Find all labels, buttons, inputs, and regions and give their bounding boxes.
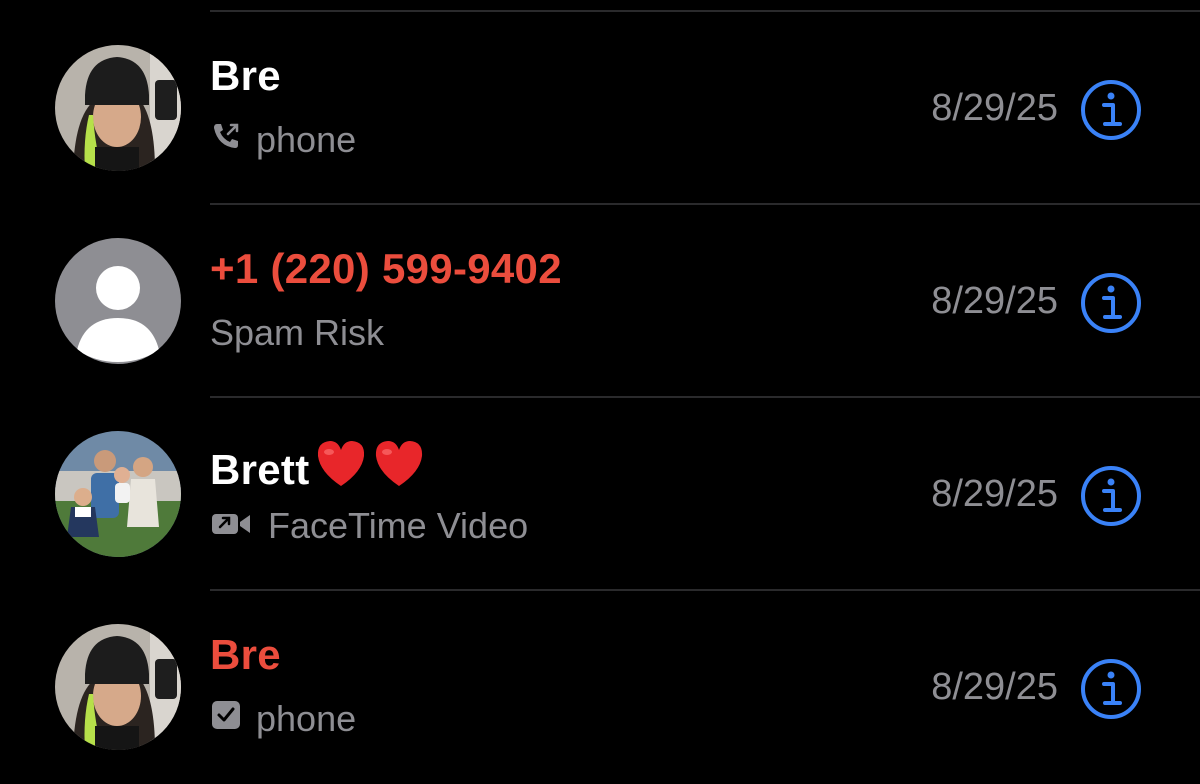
contact-name: Bre xyxy=(210,631,281,678)
red-heart-emoji xyxy=(372,438,426,498)
call-date: 8/29/25 xyxy=(931,87,1058,129)
contact-name: Brett xyxy=(210,438,426,498)
call-row-bre-1[interactable]: Bre phone 8/29/25 xyxy=(0,12,1200,205)
call-type-label: FaceTime Video xyxy=(268,505,529,546)
call-type: phone xyxy=(210,119,356,161)
info-icon[interactable] xyxy=(1080,272,1142,334)
contact-name: Bre xyxy=(210,52,281,99)
video-camera-icon xyxy=(210,505,254,547)
call-date: 8/29/25 xyxy=(931,666,1058,708)
contact-photo-avatar xyxy=(55,624,181,750)
call-row-bre-2[interactable]: Bre phone 8/29/25 xyxy=(0,591,1200,784)
info-icon[interactable] xyxy=(1080,658,1142,720)
red-heart-emoji xyxy=(314,438,368,498)
checkmark-box-icon xyxy=(210,698,242,740)
info-icon[interactable] xyxy=(1080,79,1142,141)
contact-photo-avatar xyxy=(55,45,181,171)
outgoing-phone-icon xyxy=(210,119,242,161)
call-type-label: Spam Risk xyxy=(210,312,385,353)
contact-name-text: Brett xyxy=(210,446,310,493)
call-type-label: phone xyxy=(256,698,357,739)
call-type: phone xyxy=(210,698,356,740)
contact-placeholder-avatar xyxy=(55,238,181,364)
call-date: 8/29/25 xyxy=(931,280,1058,322)
call-type: Spam Risk xyxy=(210,312,384,354)
info-icon[interactable] xyxy=(1080,465,1142,527)
call-row-spam[interactable]: +1 (220) 599-9402 Spam Risk 8/29/25 xyxy=(0,205,1200,398)
call-type-label: phone xyxy=(256,119,357,160)
contact-name: +1 (220) 599-9402 xyxy=(210,245,562,292)
call-date: 8/29/25 xyxy=(931,473,1058,515)
contact-family-photo-avatar xyxy=(55,431,181,557)
call-row-brett[interactable]: Brett FaceTime Video 8/29/25 xyxy=(0,398,1200,591)
call-type: FaceTime Video xyxy=(210,505,528,547)
